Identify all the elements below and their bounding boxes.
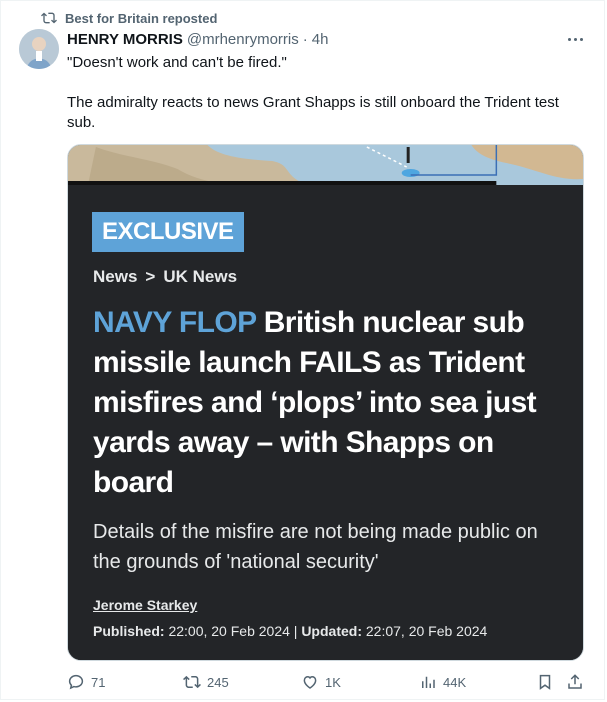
reply-count: 71 xyxy=(91,674,106,690)
author-name[interactable]: HENRY MORRIS xyxy=(67,31,183,48)
dates-divider: | xyxy=(293,623,298,639)
tweet-header: HENRY MORRIS @mrhenrymorris · 4h xyxy=(67,31,328,48)
action-bar: 71 245 1K 44K xyxy=(67,673,587,697)
heart-icon xyxy=(303,675,317,689)
published-label: Published: xyxy=(93,623,165,639)
author-handle[interactable]: @mrhenrymorris xyxy=(187,31,299,48)
avatar[interactable] xyxy=(19,29,59,69)
tweet-quote: "Doesn't work and can't be fired." xyxy=(67,54,287,71)
share-icon xyxy=(568,674,582,689)
breadcrumb-uk-news: UK News xyxy=(163,267,238,286)
views-count: 44K xyxy=(443,674,467,690)
breadcrumb-separator: > xyxy=(145,267,156,286)
repost-button[interactable]: 245 xyxy=(183,673,229,691)
repost-label: Best for Britain reposted xyxy=(65,10,218,26)
reply-icon xyxy=(68,674,84,690)
separator-dot: · xyxy=(302,31,308,48)
repost-context[interactable]: Best for Britain reposted xyxy=(41,10,217,26)
share-button[interactable] xyxy=(566,673,584,696)
article-screenshot[interactable]: EXCLUSIVE News > UK News NAVY FLOP Briti… xyxy=(67,144,584,661)
views-chart-icon xyxy=(422,676,435,688)
tweet[interactable]: Best for Britain reposted HENRY MORRIS @… xyxy=(0,0,605,700)
views-button[interactable]: 44K xyxy=(419,673,466,691)
bookmark-button[interactable] xyxy=(536,673,554,696)
tweet-body: The admiralty reacts to news Grant Shapp… xyxy=(67,94,559,131)
repost-icon xyxy=(41,12,57,24)
breadcrumb-news: News xyxy=(93,267,138,286)
like-count: 1K xyxy=(325,674,341,690)
updated-value: 22:07, 20 Feb 2024 xyxy=(365,623,488,639)
breadcrumb: News > UK News xyxy=(93,267,237,287)
published-value: 22:00, 20 Feb 2024 xyxy=(168,623,290,639)
map-strip-image xyxy=(68,145,583,185)
like-button[interactable]: 1K xyxy=(301,673,341,691)
reply-button[interactable]: 71 xyxy=(67,673,105,691)
timestamp[interactable]: 4h xyxy=(312,31,329,48)
more-options-icon[interactable] xyxy=(561,29,589,49)
updated-label: Updated: xyxy=(301,623,362,639)
article-standfirst: Details of the misfire are not being mad… xyxy=(93,521,538,573)
exclusive-badge: EXCLUSIVE xyxy=(92,212,244,252)
article-headline: NAVY FLOP British nuclear sub missile la… xyxy=(93,303,563,503)
article-byline: Jerome Starkey xyxy=(93,597,198,613)
article-dates: Published: 22:00, 20 Feb 2024 | Updated:… xyxy=(93,623,487,639)
tweet-text: "Doesn't work and can't be fired." The a… xyxy=(67,53,587,133)
bookmark-icon xyxy=(539,674,551,690)
headline-kicker: NAVY FLOP xyxy=(93,306,257,339)
repost-icon xyxy=(183,675,201,689)
repost-count: 245 xyxy=(207,674,229,690)
